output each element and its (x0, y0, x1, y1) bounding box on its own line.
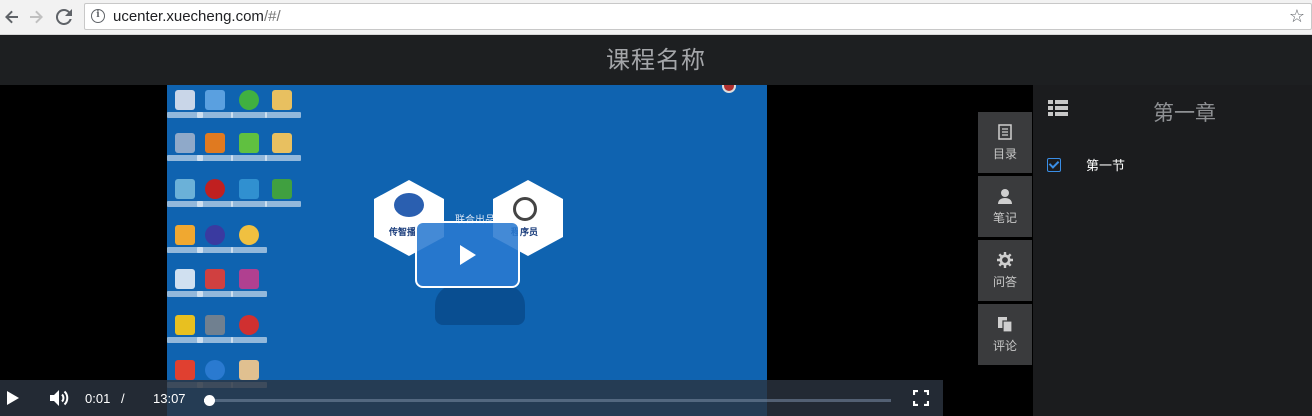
chapter-title: 第一章 (1153, 101, 1216, 125)
desktop-icon-label (265, 155, 301, 161)
tab-qa[interactable]: 问答 (978, 240, 1032, 301)
arrow-right-icon (30, 10, 43, 24)
arrow-left-icon (5, 10, 18, 24)
url-text: ucenter.xuecheng.com/#/ (113, 8, 281, 25)
desktop-icon-label (231, 247, 267, 253)
bookmark-star-icon[interactable]: ☆ (1289, 6, 1305, 27)
checkbox-checked-icon (1047, 157, 1061, 172)
desktop-icon (175, 179, 195, 199)
section-item[interactable]: 第一节 (1047, 155, 1125, 174)
desktop-icon (239, 360, 259, 380)
copy-icon (997, 315, 1013, 333)
desktop-icon (205, 225, 225, 245)
desktop-icon-label (231, 112, 267, 118)
tab-comments[interactable]: 评论 (978, 304, 1032, 365)
fullscreen-icon (913, 390, 929, 406)
forward-button[interactable] (24, 5, 48, 29)
itheima-logo-mark (513, 197, 537, 221)
desktop-icon (239, 225, 259, 245)
address-bar[interactable]: i ucenter.xuecheng.com/#/ ☆ (84, 3, 1312, 30)
desktop-icon-label (231, 155, 267, 161)
info-icon[interactable]: i (91, 9, 105, 23)
tab-label: 笔记 (992, 211, 1017, 225)
person-icon (997, 187, 1013, 205)
desktop-icon (239, 179, 259, 199)
desktop-icon-label (197, 201, 233, 207)
tab-label: 评论 (992, 339, 1017, 353)
play-button[interactable] (6, 380, 26, 416)
desktop-icon (205, 269, 225, 289)
desktop-icon-label (197, 155, 233, 161)
reload-button[interactable] (52, 5, 76, 29)
desktop-icon (205, 315, 225, 335)
handshake-graphic (435, 285, 525, 325)
time-divider: / (121, 390, 125, 406)
desktop-icon (175, 360, 195, 380)
url-host: ucenter.xuecheng.com (113, 8, 264, 25)
logo-left-text: 传智播 (389, 228, 417, 238)
play-icon (459, 244, 476, 265)
play-icon (7, 391, 19, 405)
duration: 13:07 (153, 390, 186, 406)
desktop-icon (175, 269, 195, 289)
desktop-icon-label (231, 337, 267, 343)
current-time: 0:01 (85, 390, 111, 406)
progress-bar[interactable] (204, 395, 891, 406)
chapter-panel: 第一章 第一节 (1033, 85, 1312, 416)
video-control-bar: 0:01 / 13:07 (0, 380, 943, 416)
desktop-icon (175, 90, 195, 110)
desktop-icon-label (231, 291, 267, 297)
tab-notes[interactable]: 笔记 (978, 176, 1032, 237)
desktop-icon (272, 179, 292, 199)
catalog-icon (998, 123, 1012, 141)
video-player[interactable]: 传智播 联合出品 程序员 (0, 85, 1033, 416)
gear-icon (997, 251, 1013, 269)
progress-handle[interactable] (204, 395, 215, 406)
desktop-icon-label (265, 112, 301, 118)
desktop-icon-label (197, 337, 233, 343)
url-path: /#/ (263, 8, 281, 25)
fullscreen-button[interactable] (913, 380, 933, 416)
desktop-icon-label (197, 291, 233, 297)
reload-icon (56, 9, 72, 25)
desktop-icon-label (197, 112, 233, 118)
course-header: 课程名称 (0, 36, 1312, 85)
volume-icon (50, 390, 69, 406)
tab-label: 目录 (992, 147, 1017, 161)
desktop-icon-label (265, 201, 301, 207)
page-title: 课程名称 (606, 46, 706, 74)
desktop-icon (239, 315, 259, 335)
desktop-icon (205, 90, 225, 110)
desktop-icon-label (231, 201, 267, 207)
desktop-icon (272, 133, 292, 153)
desktop-icon (175, 315, 195, 335)
desktop-icon (239, 90, 259, 110)
desktop-icon (205, 179, 225, 199)
browser-toolbar: i ucenter.xuecheng.com/#/ ☆ (0, 0, 1312, 35)
back-button[interactable] (0, 5, 24, 29)
section-label: 第一节 (1086, 159, 1126, 174)
record-icon (722, 85, 736, 93)
desktop-icon (175, 133, 195, 153)
itcast-logo-mark (394, 193, 424, 217)
side-tab-bar: 目录 笔记 问答 评论 (978, 112, 1032, 368)
desktop-icon (205, 133, 225, 153)
volume-button[interactable] (48, 380, 72, 416)
big-play-button[interactable] (415, 221, 520, 288)
desktop-icon (272, 90, 292, 110)
desktop-icon (205, 360, 225, 380)
tab-catalog[interactable]: 目录 (978, 112, 1032, 173)
desktop-icon (175, 225, 195, 245)
desktop-icon (239, 133, 259, 153)
tab-label: 问答 (992, 275, 1017, 289)
desktop-icon-label (197, 247, 233, 253)
desktop-icon (239, 269, 259, 289)
